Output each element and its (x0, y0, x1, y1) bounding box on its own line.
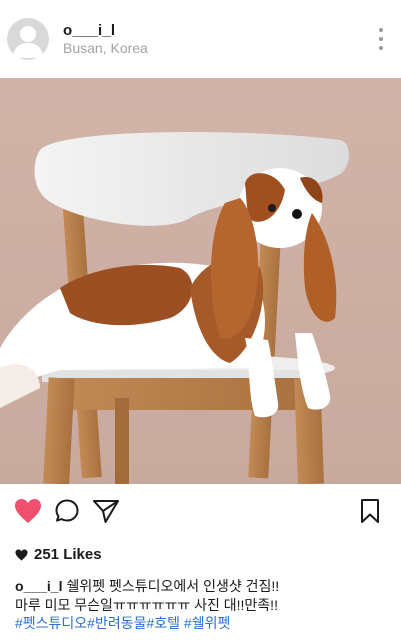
comment-button[interactable] (54, 498, 84, 526)
dog-on-chair-image (0, 78, 401, 484)
heart-filled-icon (15, 499, 41, 523)
post-header: o___i_l Busan, Korea (0, 0, 401, 78)
small-heart-icon (15, 548, 28, 561)
more-options-button[interactable] (372, 26, 390, 54)
caption-text-1: 쉘위펫 펫스튜디오에서 인생샷 건짐!! (66, 578, 280, 594)
post-location[interactable]: Busan, Korea (63, 40, 148, 56)
speech-bubble-icon (55, 499, 79, 522)
post-username[interactable]: o___i_l (63, 22, 115, 39)
caption-username[interactable]: o___i_l (15, 578, 62, 594)
likes-number: 251 (34, 546, 60, 563)
like-button[interactable] (14, 498, 44, 526)
paper-plane-icon (93, 500, 119, 523)
share-button[interactable] (92, 498, 122, 526)
caption-line-1: o___i_l 쉘위펫 펫스튜디오에서 인생샷 건짐!! (15, 577, 395, 596)
bookmark-icon (361, 499, 379, 523)
post-photo[interactable] (0, 78, 401, 484)
save-button[interactable] (358, 498, 388, 526)
caption-line-2: 마루 미모 무슨일ㅠㅠㅠㅠㅠㅠ 사진 대!!만족!! (15, 596, 278, 613)
post-caption: o___i_l 쉘위펫 펫스튜디오에서 인생샷 건짐!! 마루 미모 무슨일ㅠㅠㅠ… (15, 577, 395, 633)
likes-count[interactable]: 251 Likes (15, 546, 102, 563)
likes-label: Likes (63, 546, 102, 563)
caption-hashtags[interactable]: #펫스튜디오#반려동물#호텔 #쉘위펫 (15, 614, 395, 633)
vertical-ellipsis-icon (379, 28, 383, 32)
user-silhouette-icon (12, 26, 44, 58)
post-action-bar (0, 484, 401, 540)
avatar[interactable] (7, 18, 49, 60)
